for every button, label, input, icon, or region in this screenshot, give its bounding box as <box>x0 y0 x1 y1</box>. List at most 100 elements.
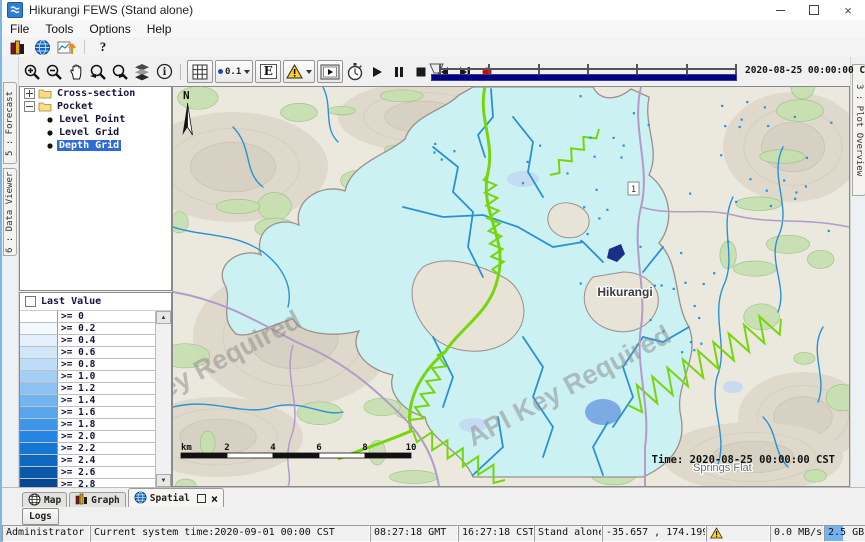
menu-tools[interactable]: Tools <box>37 22 81 36</box>
legend-row[interactable]: >= 1.6 <box>20 407 156 419</box>
timer-icon[interactable] <box>345 61 365 82</box>
legend-row[interactable]: >= 2.2 <box>20 443 156 455</box>
legend-row[interactable]: >= 1.4 <box>20 395 156 407</box>
tree-item-level-point[interactable]: Level Point <box>20 113 171 126</box>
tab-map[interactable]: Map <box>22 492 67 508</box>
last-value-checkbox[interactable] <box>25 296 36 307</box>
legend-panel: Last Value >= 0>= 0.2>= 0.4>= 0.6>= 0.8>… <box>19 292 172 488</box>
legend-row[interactable]: >= 0.8 <box>20 359 156 371</box>
maximize-panel-icon[interactable] <box>197 494 206 503</box>
status-gmt-time: 08:27:18 GMT <box>370 525 458 542</box>
chevron-down-icon <box>244 70 250 74</box>
legend-row[interactable]: >= 2.4 <box>20 455 156 467</box>
folder-icon <box>38 101 52 112</box>
scroll-down-icon[interactable]: ▼ <box>156 474 171 487</box>
svg-text:N: N <box>183 89 190 102</box>
folder-icon <box>38 88 52 99</box>
zoom-next-icon[interactable] <box>110 61 130 82</box>
menu-bar: FileToolsOptionsHelp <box>2 20 865 38</box>
tab-plot-overview[interactable]: 3 : Plot Overview <box>852 64 865 196</box>
database-icon[interactable] <box>6 38 30 56</box>
info-icon[interactable]: i <box>154 61 174 82</box>
tree-item-cross-section[interactable]: Cross-section <box>20 87 171 100</box>
status-mode: Stand alone <box>534 525 602 542</box>
play-icon[interactable] <box>367 61 387 82</box>
legend-row[interactable]: >= 1.0 <box>20 371 156 383</box>
map-canvas[interactable]: 1 API Key Required API Key Required Hiku… <box>173 87 849 486</box>
town-label: Hikurangi <box>597 285 652 299</box>
warning-dropdown[interactable] <box>283 60 315 83</box>
collapse-icon[interactable] <box>24 101 35 112</box>
tab-graph[interactable]: Graph <box>69 492 126 508</box>
animation-icon[interactable] <box>317 60 343 83</box>
legend-toggle[interactable]: E <box>255 60 281 83</box>
layer-tree: Cross-sectionPocket Level PointLevel Grid… <box>19 86 172 291</box>
legend-color-swatch <box>20 431 58 442</box>
legend-row[interactable]: >= 2.6 <box>20 467 156 479</box>
grid-icon[interactable] <box>187 60 213 83</box>
zoom-previous-icon[interactable] <box>88 61 108 82</box>
svg-text:2: 2 <box>224 443 229 453</box>
legend-scrollbar[interactable]: ▲ ▼ <box>155 311 171 487</box>
legend-row[interactable]: >= 0 <box>20 311 156 323</box>
tree-item-pocket[interactable]: Pocket <box>20 100 171 113</box>
window-title: Hikurangi FEWS (Stand alone) <box>29 3 193 17</box>
timeline-slider[interactable] <box>427 61 741 82</box>
map-display-icon[interactable] <box>30 38 54 56</box>
globe-icon <box>134 491 147 507</box>
legend-row[interactable]: >= 2.0 <box>20 431 156 443</box>
menu-file[interactable]: File <box>2 22 37 36</box>
legend-row[interactable]: >= 1.8 <box>20 419 156 431</box>
tree-item-label: Level Point <box>57 114 127 125</box>
legend-color-swatch <box>20 395 58 406</box>
legend-color-swatch <box>20 407 58 418</box>
svg-text:km: km <box>181 443 192 453</box>
timeline-current-time: 2020-08-25 00:00:00 CST <box>745 65 865 76</box>
legend-row[interactable]: >= 1.2 <box>20 383 156 395</box>
legend-color-swatch <box>20 311 58 322</box>
tab-spatial[interactable]: Spatial× <box>128 488 224 508</box>
zoom-out-icon[interactable] <box>44 61 64 82</box>
zoom-in-icon[interactable] <box>22 61 42 82</box>
pan-icon[interactable] <box>66 61 86 82</box>
scroll-up-icon[interactable]: ▲ <box>156 311 171 324</box>
threshold-dropdown[interactable]: 0.1 <box>215 60 253 83</box>
legend-color-swatch <box>20 467 58 478</box>
legend-color-swatch <box>20 419 58 430</box>
menu-help[interactable]: Help <box>139 22 180 36</box>
expand-icon[interactable] <box>24 88 35 99</box>
close-panel-icon[interactable]: × <box>211 492 218 506</box>
legend-toggle-label: E <box>260 64 277 79</box>
close-icon[interactable]: × <box>831 0 865 20</box>
help-icon[interactable]: ? <box>91 38 115 56</box>
legend-row-label: >= 0.4 <box>58 335 156 346</box>
legend-row[interactable]: >= 0.4 <box>20 335 156 347</box>
pause-icon[interactable] <box>389 61 409 82</box>
tree-item-depth-grid[interactable]: Depth Grid <box>20 139 171 152</box>
map-view[interactable]: 1 API Key Required API Key Required Hiku… <box>172 86 850 487</box>
legend-title: Last Value <box>41 296 101 307</box>
threshold-value: 0.1 <box>225 67 241 77</box>
legend-row[interactable]: >= 0.2 <box>20 323 156 335</box>
legend-row-label: >= 2.4 <box>58 455 156 466</box>
legend-row[interactable]: >= 0.6 <box>20 347 156 359</box>
tree-item-level-grid[interactable]: Level Grid <box>20 126 171 139</box>
svg-text:i: i <box>162 67 166 78</box>
spatial-display-icon[interactable] <box>54 38 78 56</box>
layers-icon[interactable] <box>132 61 152 82</box>
tree-item-label: Depth Grid <box>57 140 121 151</box>
legend-color-swatch <box>20 359 58 370</box>
legend-color-swatch <box>20 335 58 346</box>
menu-options[interactable]: Options <box>81 22 138 36</box>
legend-row-label: >= 0.8 <box>58 359 156 370</box>
application-window: { "window": { "title": "Hikurangi FEWS (… <box>0 0 865 542</box>
tab-data-viewer[interactable]: 6 : Data Viewer <box>3 168 17 256</box>
legend-row-label: >= 2.2 <box>58 443 156 454</box>
timeline-tick <box>538 64 540 74</box>
tree-item-label: Pocket <box>55 101 95 112</box>
maximize-icon[interactable] <box>797 0 831 20</box>
svg-text:6: 6 <box>316 443 321 453</box>
minimize-icon[interactable] <box>763 0 797 20</box>
tab-forecast[interactable]: 5 : Forecast <box>3 82 17 164</box>
logs-button[interactable]: Logs <box>22 508 59 525</box>
